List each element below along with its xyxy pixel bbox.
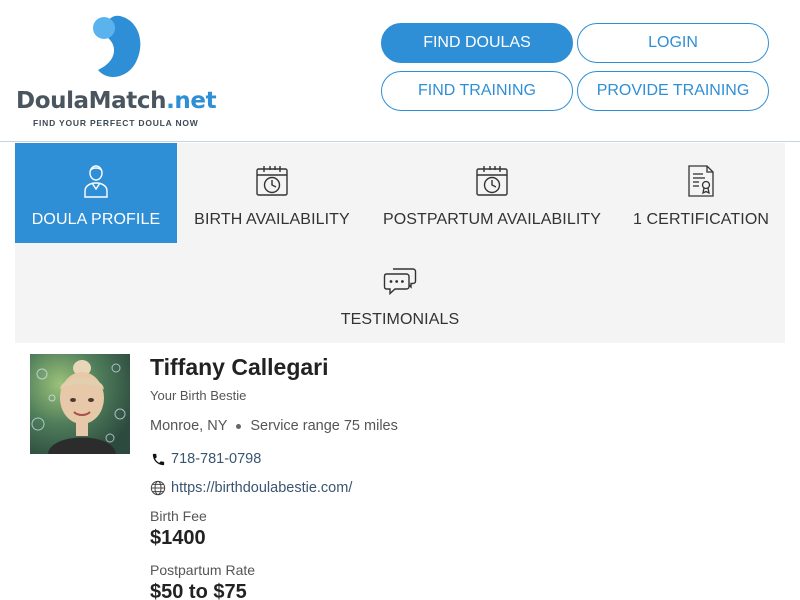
tab-label: DOULA PROFILE bbox=[31, 211, 161, 228]
tab-postpartum-availability[interactable]: POSTPARTUM AVAILABILITY bbox=[367, 143, 617, 243]
find-doulas-button[interactable]: FIND DOULAS bbox=[381, 23, 573, 63]
login-button[interactable]: LOGIN bbox=[577, 23, 769, 63]
find-training-button[interactable]: FIND TRAINING bbox=[381, 71, 573, 111]
tab-certification[interactable]: 1 CERTIFICATION bbox=[617, 143, 785, 243]
phone-row[interactable]: 718-781-0798 bbox=[150, 451, 261, 467]
location-row: Monroe, NY Service range 75 miles bbox=[150, 418, 398, 434]
provide-training-button[interactable]: PROVIDE TRAINING bbox=[577, 71, 769, 111]
phone-number[interactable]: 718-781-0798 bbox=[171, 451, 261, 467]
tab-doula-profile[interactable]: DOULA PROFILE bbox=[15, 143, 177, 243]
logo-wordmark: DoulaMatch.net bbox=[16, 88, 217, 114]
calendar-clock-icon bbox=[475, 163, 509, 199]
doula-location: Monroe, NY bbox=[150, 418, 228, 434]
postpartum-rate-label: Postpartum Rate bbox=[150, 562, 256, 578]
service-range: Service range 75 miles bbox=[250, 418, 398, 434]
postpartum-rate-value: $50 to $75 bbox=[150, 581, 247, 600]
chat-bubbles-icon bbox=[383, 263, 417, 299]
tab-label: TESTIMONIALS bbox=[340, 311, 460, 328]
tab-label: BIRTH AVAILABILITY bbox=[194, 211, 350, 228]
doula-profile: Tiffany Callegari Your Birth Bestie Monr… bbox=[0, 343, 800, 600]
doula-tagline: Your Birth Bestie bbox=[150, 388, 247, 403]
birth-fee-label: Birth Fee bbox=[150, 508, 207, 524]
site-header: DoulaMatch.net FIND YOUR PERFECT DOULA N… bbox=[0, 0, 800, 142]
phone-icon bbox=[150, 451, 166, 467]
website-row[interactable]: https://birthdoulabestie.com/ bbox=[150, 480, 352, 496]
certificate-icon bbox=[684, 163, 718, 199]
logo-drop-icon bbox=[93, 15, 141, 77]
doula-name: Tiffany Callegari bbox=[150, 354, 329, 380]
calendar-clock-icon bbox=[255, 163, 289, 199]
site-logo[interactable]: DoulaMatch.net FIND YOUR PERFECT DOULA N… bbox=[16, 12, 217, 132]
tab-testimonials[interactable]: TESTIMONIALS bbox=[305, 243, 495, 343]
logo-tagline: FIND YOUR PERFECT DOULA NOW bbox=[33, 118, 199, 128]
tab-label: 1 CERTIFICATION bbox=[632, 211, 770, 228]
website-link[interactable]: https://birthdoulabestie.com/ bbox=[171, 480, 352, 496]
birth-fee-value: $1400 bbox=[150, 527, 206, 549]
profile-tabs: DOULA PROFILE BIRTH AVAILABILITY POSTPAR… bbox=[15, 143, 785, 343]
doula-person-icon bbox=[79, 163, 113, 199]
globe-icon bbox=[150, 480, 166, 496]
separator-dot bbox=[236, 423, 242, 429]
avatar bbox=[30, 354, 130, 454]
tab-birth-availability[interactable]: BIRTH AVAILABILITY bbox=[177, 143, 367, 243]
tab-label: POSTPARTUM AVAILABILITY bbox=[382, 211, 602, 228]
